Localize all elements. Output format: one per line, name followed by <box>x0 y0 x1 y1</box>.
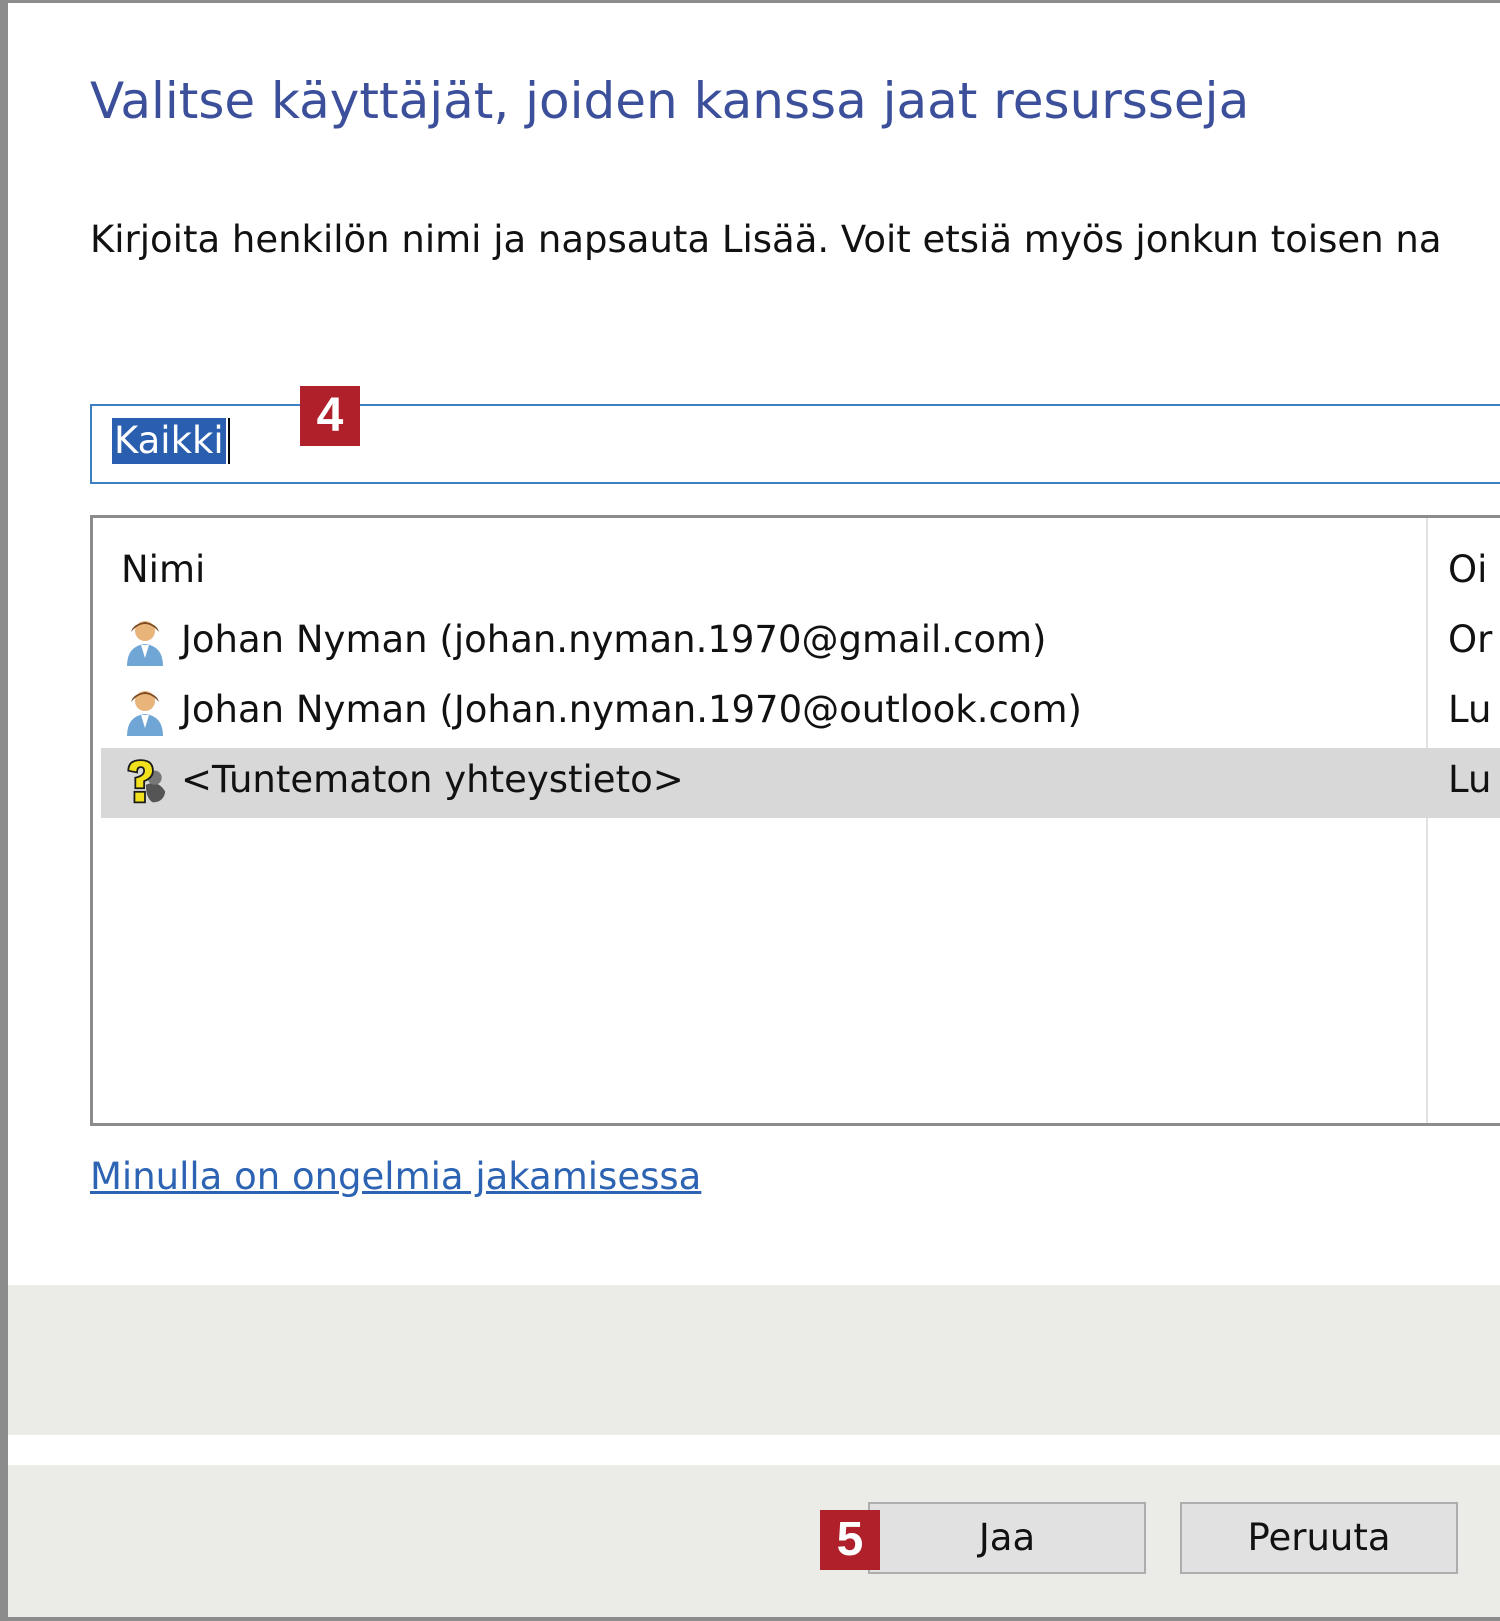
step-badge-4: 4 <box>300 386 360 446</box>
share-button[interactable]: Jaa <box>868 1502 1146 1574</box>
list-item[interactable]: Johan Nyman (johan.nyman.1970@gmail.com)… <box>101 608 1500 678</box>
column-header-permission[interactable]: Oi <box>1448 548 1487 591</box>
user-icon <box>127 691 163 736</box>
step-badge-5: 5 <box>820 1510 880 1570</box>
sharing-problems-link[interactable]: Minulla on ongelmia jakamisessa <box>90 1155 701 1198</box>
instructions-text: Kirjoita henkilön nimi ja napsauta Lisää… <box>90 218 1442 261</box>
text-caret <box>228 418 230 464</box>
cancel-button[interactable]: Peruuta <box>1180 1502 1458 1574</box>
footer-separator <box>8 1435 1500 1465</box>
list-item-selected[interactable]: <Tuntematon yhteystieto> Lu <box>101 748 1500 818</box>
users-list[interactable]: Nimi Oi Johan Nyman (johan.nyman.1970@gm… <box>90 515 1500 1126</box>
window-frame-left <box>0 0 8 1621</box>
window-frame-top <box>0 0 1500 3</box>
column-header-name[interactable]: Nimi <box>121 548 205 591</box>
user-icon <box>127 621 163 666</box>
list-item-name: Johan Nyman (Johan.nyman.1970@outlook.co… <box>181 688 1082 731</box>
list-item-permission: Or <box>1448 618 1493 661</box>
list-item-name: <Tuntematon yhteystieto> <box>181 758 684 801</box>
list-item-permission: Lu <box>1448 688 1492 731</box>
dialog-title: Valitse käyttäjät, joiden kanssa jaat re… <box>90 72 1250 130</box>
share-dialog: Valitse käyttäjät, joiden kanssa jaat re… <box>0 0 1500 1621</box>
window-frame-bottom <box>0 1617 1500 1621</box>
list-item[interactable]: Johan Nyman (Johan.nyman.1970@outlook.co… <box>101 678 1500 748</box>
list-item-name: Johan Nyman (johan.nyman.1970@gmail.com) <box>181 618 1047 661</box>
footer-band <box>8 1285 1500 1435</box>
search-input-selected-text[interactable]: Kaikki <box>112 418 226 464</box>
unknown-contact-icon <box>127 759 166 804</box>
list-item-permission: Lu <box>1448 758 1492 801</box>
